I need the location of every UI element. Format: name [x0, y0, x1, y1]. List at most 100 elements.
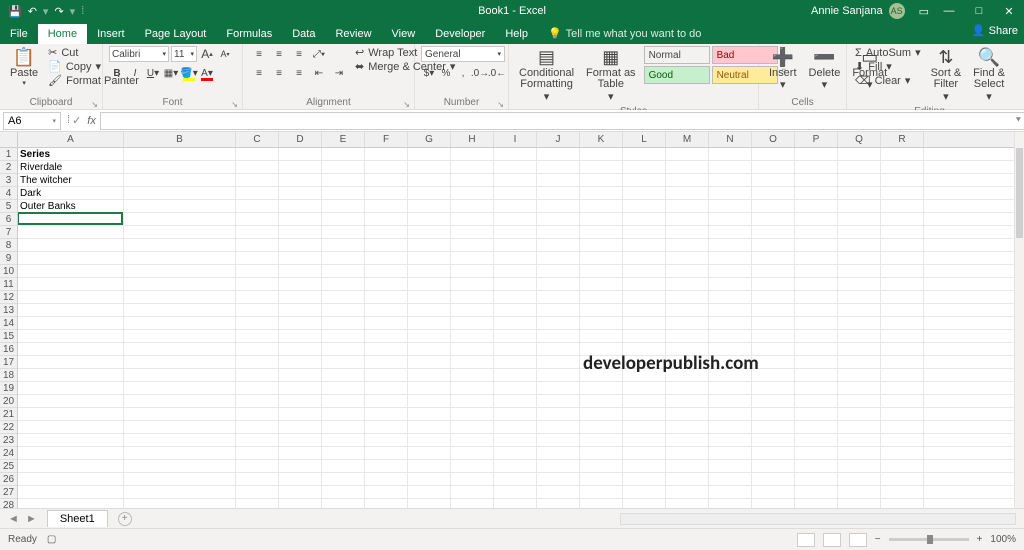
- cell[interactable]: [752, 499, 795, 508]
- row-header[interactable]: 7: [0, 226, 17, 239]
- cell[interactable]: [838, 252, 881, 264]
- cell[interactable]: [580, 213, 623, 225]
- cell[interactable]: [124, 499, 236, 508]
- cell[interactable]: [322, 486, 365, 498]
- column-header[interactable]: R: [881, 132, 924, 147]
- cell[interactable]: [494, 486, 537, 498]
- cell[interactable]: [18, 408, 124, 420]
- cell[interactable]: [623, 408, 666, 420]
- cancel-icon[interactable]: ⁞: [67, 114, 70, 127]
- cell[interactable]: [881, 317, 924, 329]
- cell[interactable]: [494, 161, 537, 173]
- cell[interactable]: [752, 291, 795, 303]
- cell[interactable]: [279, 317, 322, 329]
- cell[interactable]: [365, 304, 408, 316]
- row-header[interactable]: 5: [0, 200, 17, 213]
- cell[interactable]: [752, 473, 795, 485]
- cell[interactable]: [537, 395, 580, 407]
- cell[interactable]: [279, 213, 322, 225]
- cell[interactable]: [451, 395, 494, 407]
- cell[interactable]: [494, 460, 537, 472]
- cell[interactable]: [795, 278, 838, 290]
- cell[interactable]: [124, 434, 236, 446]
- cell[interactable]: [236, 382, 279, 394]
- decrease-indent-button[interactable]: ⇤: [311, 65, 327, 81]
- expand-formula-icon[interactable]: ⯆: [1015, 115, 1022, 126]
- cell[interactable]: [838, 148, 881, 160]
- cell[interactable]: [623, 499, 666, 508]
- cell[interactable]: [322, 434, 365, 446]
- cell[interactable]: [838, 434, 881, 446]
- cell[interactable]: [124, 226, 236, 238]
- cell[interactable]: [623, 239, 666, 251]
- cell[interactable]: [580, 239, 623, 251]
- column-header[interactable]: C: [236, 132, 279, 147]
- cell[interactable]: [580, 460, 623, 472]
- cell[interactable]: [537, 265, 580, 277]
- horizontal-scrollbar[interactable]: [620, 513, 1016, 525]
- row-header[interactable]: 26: [0, 473, 17, 486]
- cell[interactable]: [537, 356, 580, 368]
- cell[interactable]: [838, 447, 881, 459]
- cell[interactable]: [537, 200, 580, 212]
- cell[interactable]: [18, 291, 124, 303]
- cell[interactable]: [838, 304, 881, 316]
- cell[interactable]: [365, 161, 408, 173]
- column-header[interactable]: Q: [838, 132, 881, 147]
- row-header[interactable]: 19: [0, 382, 17, 395]
- cell[interactable]: [451, 447, 494, 459]
- cell[interactable]: [451, 265, 494, 277]
- cell[interactable]: [18, 239, 124, 251]
- cell[interactable]: [666, 148, 709, 160]
- cell[interactable]: [795, 395, 838, 407]
- cell[interactable]: [18, 226, 124, 238]
- cell[interactable]: [322, 213, 365, 225]
- row-header[interactable]: 10: [0, 265, 17, 278]
- cell[interactable]: [838, 460, 881, 472]
- cell[interactable]: [623, 486, 666, 498]
- cell[interactable]: [279, 187, 322, 199]
- cell[interactable]: [451, 499, 494, 508]
- cell[interactable]: [795, 421, 838, 433]
- cell[interactable]: [752, 161, 795, 173]
- cell[interactable]: [451, 161, 494, 173]
- cell[interactable]: [494, 395, 537, 407]
- cell[interactable]: [795, 317, 838, 329]
- cell[interactable]: [580, 291, 623, 303]
- cell[interactable]: [322, 447, 365, 459]
- cell[interactable]: [365, 291, 408, 303]
- cell[interactable]: [279, 161, 322, 173]
- row-header[interactable]: 14: [0, 317, 17, 330]
- cell[interactable]: [494, 343, 537, 355]
- column-header[interactable]: H: [451, 132, 494, 147]
- align-bottom-button[interactable]: ≡: [291, 46, 307, 62]
- fill-color-button[interactable]: 🪣▾: [181, 65, 197, 81]
- cell[interactable]: [494, 226, 537, 238]
- cell[interactable]: [795, 408, 838, 420]
- number-format-combo[interactable]: General▾: [421, 46, 505, 62]
- select-all-corner[interactable]: [0, 132, 17, 148]
- cell[interactable]: [236, 304, 279, 316]
- borders-button[interactable]: ▦▾: [163, 65, 179, 81]
- row-header[interactable]: 13: [0, 304, 17, 317]
- cell[interactable]: [666, 278, 709, 290]
- cell[interactable]: [494, 265, 537, 277]
- cell[interactable]: [124, 421, 236, 433]
- cell[interactable]: [580, 395, 623, 407]
- cell[interactable]: [279, 174, 322, 186]
- cell[interactable]: [451, 382, 494, 394]
- cell[interactable]: [795, 265, 838, 277]
- cell[interactable]: [795, 226, 838, 238]
- cell[interactable]: [666, 330, 709, 342]
- cell[interactable]: [752, 239, 795, 251]
- row-header[interactable]: 12: [0, 291, 17, 304]
- cell[interactable]: [279, 148, 322, 160]
- cell[interactable]: [365, 148, 408, 160]
- cell[interactable]: [623, 473, 666, 485]
- cell[interactable]: [881, 447, 924, 459]
- cell[interactable]: [236, 460, 279, 472]
- cell[interactable]: [494, 213, 537, 225]
- cell[interactable]: [18, 330, 124, 342]
- cell[interactable]: [709, 226, 752, 238]
- cell[interactable]: [279, 499, 322, 508]
